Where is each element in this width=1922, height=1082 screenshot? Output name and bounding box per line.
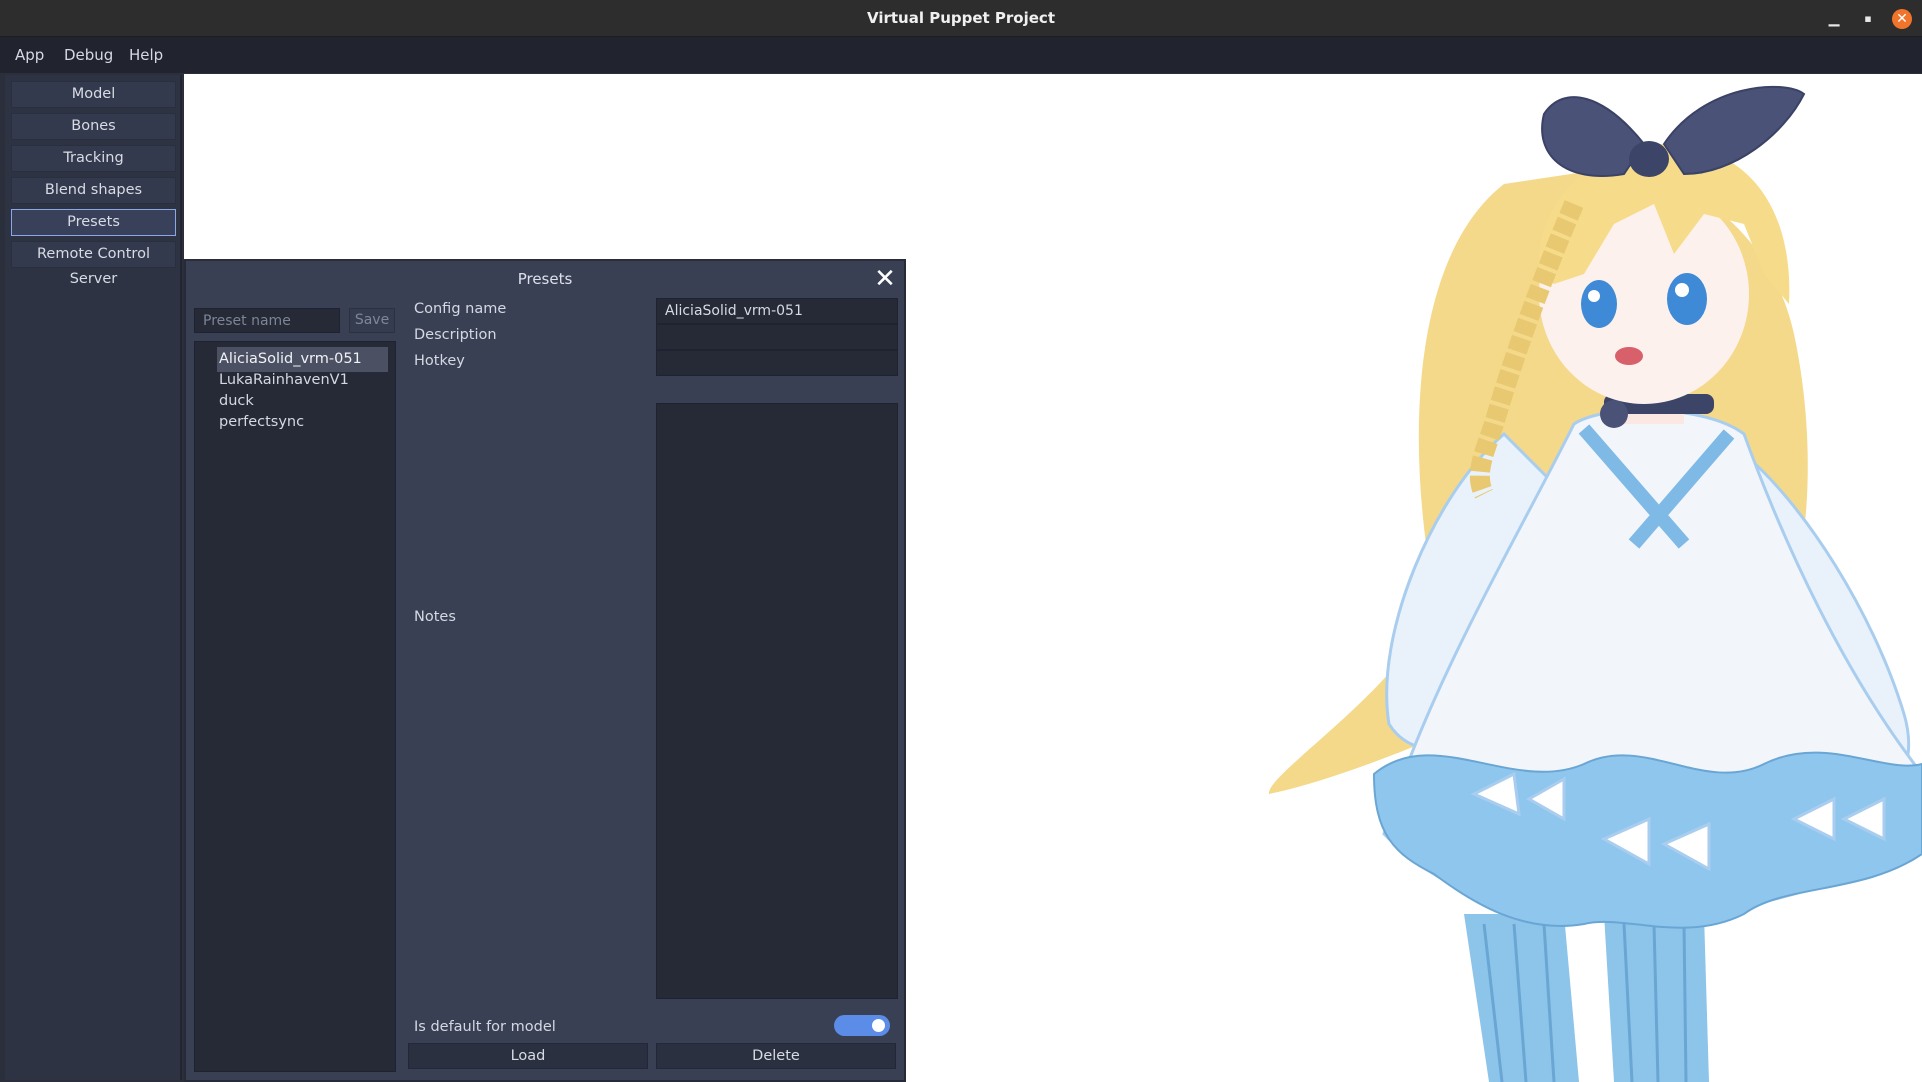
presets-dialog: Presets ✕ Save AliciaSolid_vrm-051 LukaR… [184,259,906,1082]
maximize-icon[interactable]: ▪ [1858,9,1878,29]
is-default-label: Is default for model [414,1019,556,1035]
character-eye-left [1581,280,1617,328]
description-label: Description [414,327,497,343]
sidebar-item-blend-shapes[interactable]: Blend shapes [11,177,176,204]
sidebar-item-model[interactable]: Model [11,81,176,108]
title-bar: Virtual Puppet Project ▁ ▪ ✕ [0,0,1922,37]
character-mouth [1615,347,1643,365]
minimize-icon[interactable]: ▁ [1824,9,1844,29]
sidebar-item-tracking[interactable]: Tracking [11,145,176,172]
delete-button[interactable]: Delete [656,1043,896,1069]
config-name-label: Config name [414,301,507,317]
load-button[interactable]: Load [408,1043,648,1069]
notes-textarea[interactable] [656,403,898,999]
config-name-field[interactable] [656,298,898,324]
menu-bar: App Debug Help [0,37,1922,73]
close-icon[interactable]: ✕ [874,266,896,292]
window-title: Virtual Puppet Project [866,9,1055,27]
close-window-icon[interactable]: ✕ [1892,9,1912,29]
preset-list-item[interactable]: perfectsync [217,410,388,435]
is-default-toggle[interactable] [834,1015,890,1036]
save-button[interactable]: Save [349,308,395,333]
sidebar-item-remote-control-server[interactable]: Remote Control Server [11,241,176,287]
hotkey-label: Hotkey [414,353,465,369]
menu-debug[interactable]: Debug [64,37,113,73]
menu-app[interactable]: App [15,37,44,73]
notes-label: Notes [414,609,456,625]
character-leg-left [1464,914,1579,1082]
sidebar-item-bones[interactable]: Bones [11,113,176,140]
dialog-title: Presets [517,270,573,288]
sidebar-item-presets[interactable]: Presets [11,209,176,236]
preset-list: AliciaSolid_vrm-051 LukaRainhavenV1 duck… [194,341,396,1072]
toggle-knob [872,1019,885,1032]
sidebar: Model Bones Tracking Blend shapes Preset… [5,75,182,1080]
menu-help[interactable]: Help [129,37,163,73]
description-field[interactable] [656,324,898,350]
character-eye-right [1667,273,1707,325]
preset-name-input[interactable] [194,308,340,333]
hotkey-field[interactable] [656,350,898,376]
